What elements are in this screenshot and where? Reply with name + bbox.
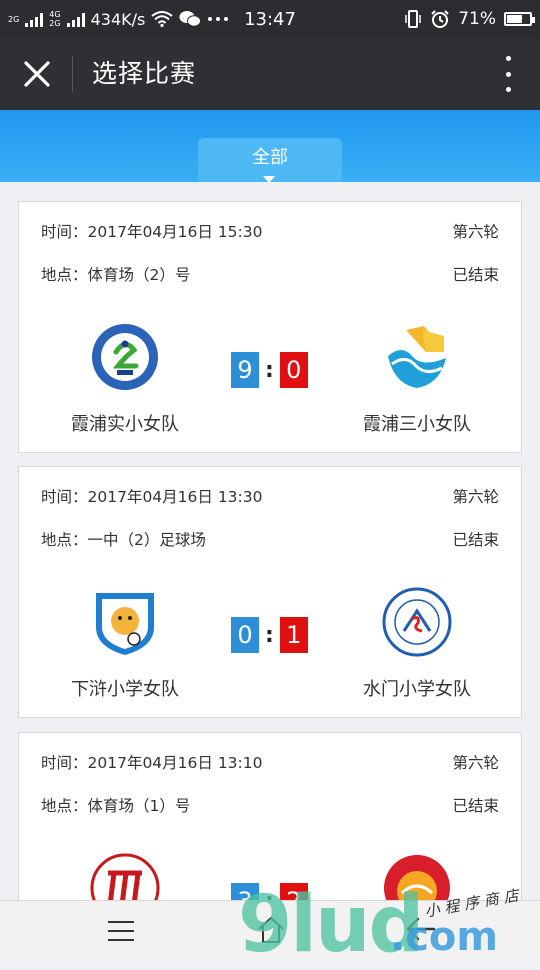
team-logo-icon <box>96 593 154 655</box>
team-name: 水门小学女队 <box>363 679 471 700</box>
score-board: 0 : 1 <box>231 617 308 653</box>
away-score: 0 <box>279 352 308 388</box>
match-time: 时间：2017年04月16日 13:30 <box>41 488 263 506</box>
score-board: 9 : 0 <box>231 352 308 388</box>
away-team: 霞浦三小女队 <box>337 322 497 436</box>
match-venue: 地点：体育场（1）号 <box>41 797 191 815</box>
match-venue-row: 地点：一中（2）足球场 已结束 <box>41 528 499 552</box>
status-bar: 2G 4G 2G 434K/s 13:47 71% <box>0 0 540 38</box>
match-venue-row: 地点：体育场（1）号 已结束 <box>41 794 499 818</box>
more-options-button[interactable] <box>498 56 518 92</box>
tab-indicator-arrow-icon <box>263 176 275 183</box>
match-status: 已结束 <box>452 531 499 549</box>
battery-percent: 71% <box>458 9 496 29</box>
title-divider <box>72 56 73 92</box>
away-team: 水门小学女队 <box>337 587 497 701</box>
team-logo-icon <box>92 324 158 390</box>
score-separator: : <box>265 622 274 648</box>
home-score: 0 <box>231 617 259 653</box>
home-team: 霞浦实小女队 <box>45 322 205 436</box>
close-button[interactable] <box>18 55 56 93</box>
match-time: 时间：2017年04月16日 13:10 <box>41 754 263 772</box>
match-round: 第六轮 <box>452 488 499 506</box>
title-bar: 选择比赛 <box>0 38 540 110</box>
score-separator: : <box>265 357 274 383</box>
watermark-logo: 9lud .com 小程序商店 <box>238 876 538 970</box>
match-time-row: 时间：2017年04月16日 13:10 第六轮 <box>41 751 499 775</box>
match-time-row: 时间：2017年04月16日 13:30 第六轮 <box>41 485 499 509</box>
match-venue: 地点：体育场（2）号 <box>41 266 191 284</box>
away-score: 1 <box>279 617 308 653</box>
menu-button[interactable] <box>108 921 134 941</box>
page-title: 选择比赛 <box>92 59 197 88</box>
match-card[interactable]: 时间：2017年04月16日 15:30 第六轮 地点：体育场（2）号 已结束 … <box>18 201 522 453</box>
team-name: 霞浦三小女队 <box>363 414 471 435</box>
home-score: 9 <box>231 352 259 388</box>
team-logo-icon <box>383 323 451 391</box>
match-round: 第六轮 <box>452 754 499 772</box>
status-right: 71% <box>404 0 535 38</box>
team-name: 下浒小学女队 <box>71 679 179 700</box>
alarm-icon <box>431 10 449 28</box>
watermark-suffix: .com <box>390 914 499 960</box>
match-time: 时间：2017年04月16日 15:30 <box>41 223 263 241</box>
match-time-row: 时间：2017年04月16日 15:30 第六轮 <box>41 220 499 244</box>
match-status: 已结束 <box>452 266 499 284</box>
match-status: 已结束 <box>452 797 499 815</box>
team-logo-icon <box>382 587 452 657</box>
match-round: 第六轮 <box>452 223 499 241</box>
vibrate-icon <box>405 10 421 28</box>
match-venue-row: 地点：体育场（2）号 已结束 <box>41 263 499 287</box>
home-team: 下浒小学女队 <box>45 587 205 701</box>
team-name: 霞浦实小女队 <box>71 414 179 435</box>
battery-icon <box>504 12 535 26</box>
match-venue: 地点：一中（2）足球场 <box>41 531 206 549</box>
battery-fill <box>507 15 523 23</box>
match-card[interactable]: 时间：2017年04月16日 13:30 第六轮 地点：一中（2）足球场 已结束… <box>18 466 522 718</box>
